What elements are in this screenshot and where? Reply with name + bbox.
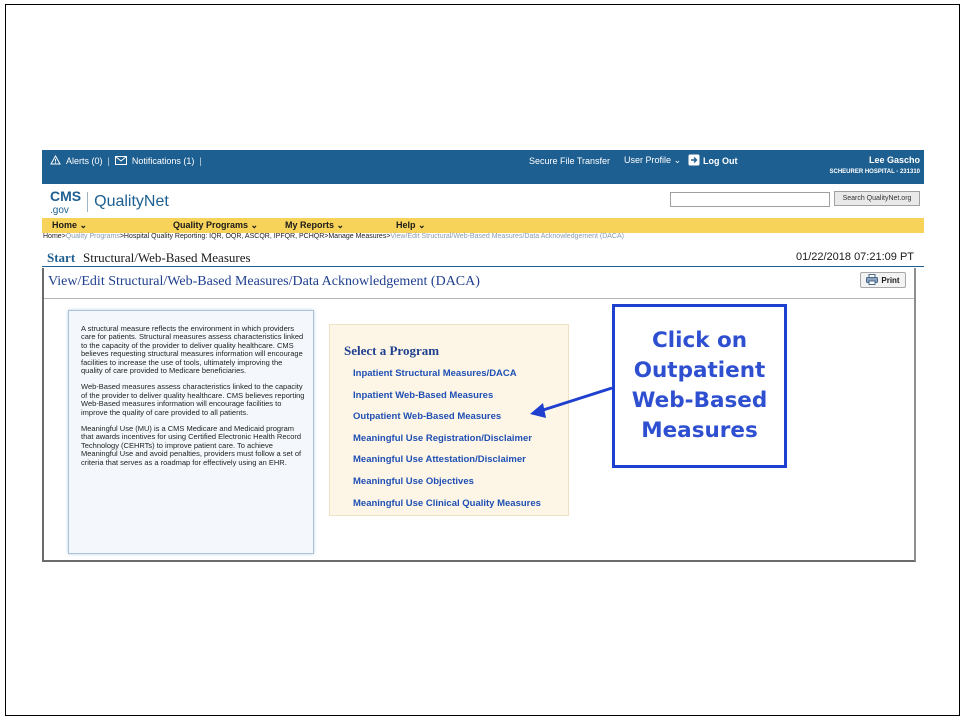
print-button[interactable]: Print [860, 272, 906, 288]
hospital-name: SCHEURER HOSPITAL - 231310 [829, 169, 920, 175]
search-button[interactable]: Search QualityNet.org [834, 191, 920, 206]
callout-line: Outpatient [633, 358, 766, 383]
nav-help[interactable]: Help ⌄ [396, 220, 426, 231]
printer-icon [866, 273, 879, 287]
program-selector: Select a Program Inpatient Structural Me… [329, 324, 569, 516]
divider [44, 298, 914, 299]
program-link-inpatient-web-based[interactable]: Inpatient Web-Based Measures [353, 390, 541, 401]
user-profile-menu[interactable]: User Profile ⌄ [624, 155, 681, 166]
program-link-mu-registration[interactable]: Meaningful Use Registration/Disclaimer [353, 433, 541, 444]
nav-quality-programs[interactable]: Quality Programs ⌄ [173, 220, 258, 231]
timestamp: 01/22/2018 07:21:09 PT [795, 251, 914, 263]
chevron-down-icon: ⌄ [673, 155, 682, 165]
separator: | [107, 156, 110, 166]
logo-row: CMS .gov QualityNet Search QualityNet.or… [42, 184, 924, 218]
warning-icon [50, 154, 61, 167]
notifications-link[interactable]: Notifications (1) [132, 156, 195, 166]
brand-name: QualityNet [94, 193, 169, 210]
program-link-inpatient-structural[interactable]: Inpatient Structural Measures/DACA [353, 368, 541, 379]
alerts-link[interactable]: Alerts (0) [66, 156, 103, 166]
alerts-group: Alerts (0) | Notifications (1) | [50, 154, 202, 167]
program-heading: Select a Program [344, 343, 440, 358]
program-link-mu-attestation[interactable]: Meaningful Use Attestation/Disclaimer [353, 454, 541, 465]
separator: | [199, 156, 202, 166]
secure-file-transfer-link[interactable]: Secure File Transfer [529, 156, 610, 166]
title-row: Start Structural/Web-Based Measures 01/2… [42, 247, 924, 267]
qualitynet-logo[interactable]: CMS .gov QualityNet [50, 188, 169, 216]
callout-line: Click on [651, 328, 748, 353]
breadcrumb-home[interactable]: Home> [43, 233, 66, 240]
nav-home[interactable]: Home ⌄ [52, 220, 87, 231]
program-link-outpatient-web-based[interactable]: Outpatient Web-Based Measures [353, 411, 541, 422]
logo-divider [87, 192, 89, 212]
nav-my-reports[interactable]: My Reports ⌄ [285, 220, 344, 231]
logout-icon [688, 154, 700, 168]
user-name: Lee Gascho [868, 155, 920, 165]
info-paragraph: Meaningful Use (MU) is a CMS Medicare an… [81, 424, 302, 467]
program-link-mu-objectives[interactable]: Meaningful Use Objectives [353, 476, 541, 487]
info-paragraph: A structural measure reflects the enviro… [81, 324, 304, 376]
breadcrumb-middle[interactable]: >Hospital Quality Reporting: IQR, OQR, A… [120, 233, 391, 240]
search-input[interactable] [670, 192, 830, 207]
callout-line: Measures [641, 418, 758, 443]
breadcrumb-current: View/Edit Structural/Web-Based Measures/… [390, 233, 624, 240]
breadcrumb-quality-programs[interactable]: Quality Programs [66, 233, 120, 240]
envelope-icon [114, 155, 127, 167]
top-bar: Alerts (0) | Notifications (1) | Secure … [42, 150, 924, 184]
cms-text: CMS [50, 188, 82, 204]
gov-text: .gov [50, 205, 69, 216]
user-info: Lee Gascho SCHEURER HOSPITAL - 231310 [830, 155, 920, 175]
logout-button[interactable]: Log Out [688, 154, 738, 168]
user-profile-label: User Profile [624, 155, 672, 165]
browser-screenshot: Alerts (0) | Notifications (1) | Secure … [42, 150, 924, 570]
breadcrumb: Home>Quality Programs>Hospital Quality R… [42, 233, 924, 245]
program-list: Inpatient Structural Measures/DACA Inpat… [353, 368, 541, 519]
info-box: A structural measure reflects the enviro… [68, 310, 314, 554]
callout-line: Web-Based [631, 388, 768, 413]
instruction-callout: Click on Outpatient Web-Based Measures [612, 304, 787, 468]
program-link-mu-cqm[interactable]: Meaningful Use Clinical Quality Measures [353, 498, 541, 509]
main-nav: Home ⌄ Quality Programs ⌄ My Reports ⌄ H… [42, 218, 924, 233]
info-paragraph: Web-Based measures assess characteristic… [81, 382, 305, 417]
page-title: Structural/Web-Based Measures [83, 250, 251, 265]
start-link[interactable]: Start [47, 250, 75, 266]
logout-label: Log Out [703, 156, 738, 166]
page-subtitle: View/Edit Structural/Web-Based Measures/… [48, 274, 480, 289]
cms-logo: CMS .gov [50, 188, 81, 216]
top-links: Secure File Transfer User Profile ⌄ [529, 155, 681, 166]
print-label: Print [881, 275, 900, 285]
